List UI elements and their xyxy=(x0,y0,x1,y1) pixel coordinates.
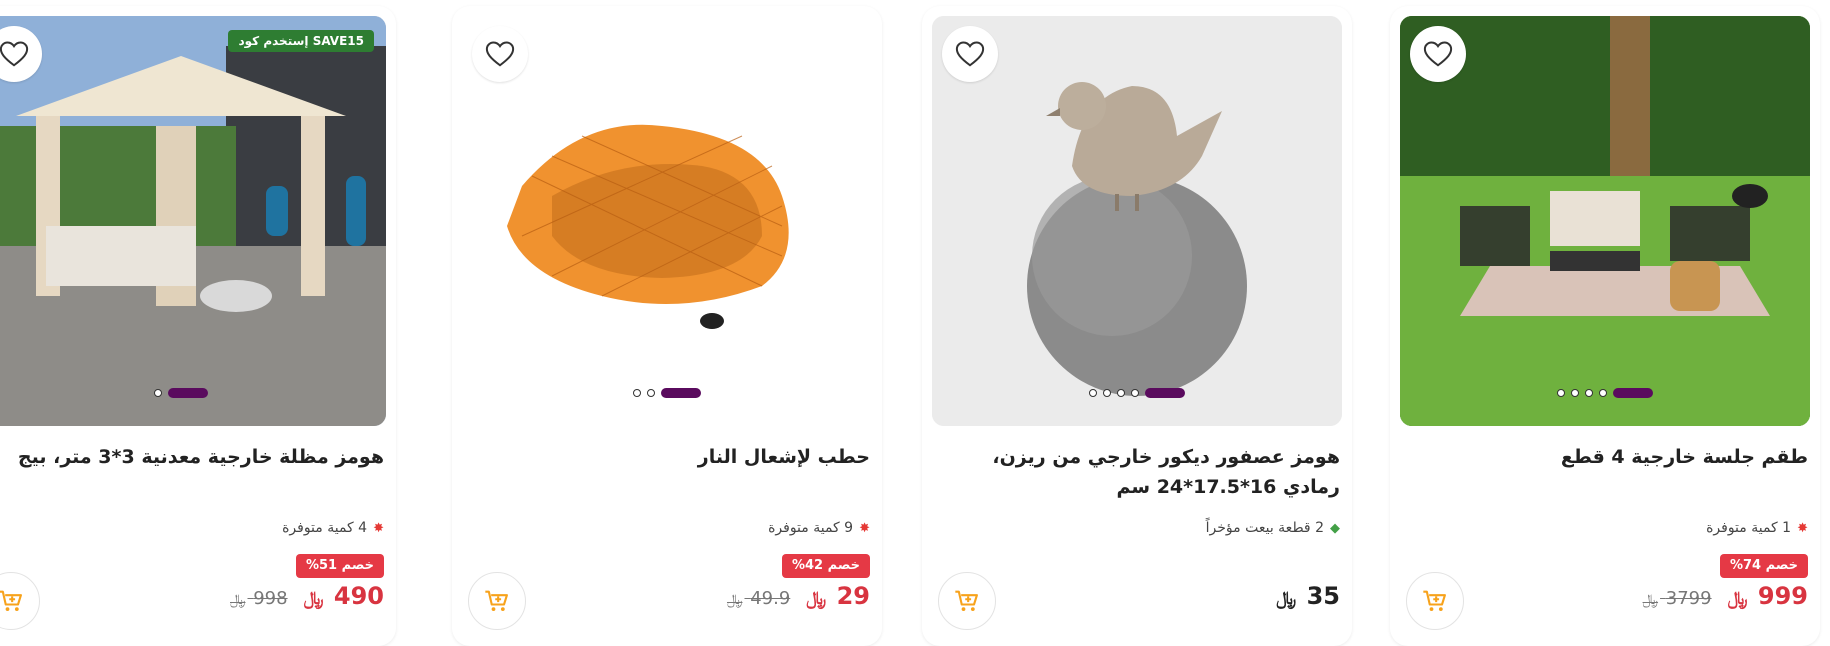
carousel-dot-active[interactable] xyxy=(168,388,208,398)
price-row: 29 ﷼ 49.9 ﷼ xyxy=(727,582,870,610)
product-title[interactable]: هومز مظلة خارجية معدنية 3*3 متر، بيج xyxy=(0,442,384,472)
carousel-dot[interactable] xyxy=(1571,389,1579,397)
image-carousel-dots[interactable] xyxy=(633,388,701,398)
carousel-dot[interactable] xyxy=(647,389,655,397)
discount-badge: خصم 42% xyxy=(781,554,870,578)
carousel-dot[interactable] xyxy=(633,389,641,397)
current-price: 29 ﷼ xyxy=(806,582,870,610)
stock-text: 2 قطعة بيعت مؤخراً xyxy=(1205,520,1324,536)
favorite-button[interactable] xyxy=(472,26,528,82)
add-to-cart-button[interactable] xyxy=(938,572,996,630)
heart-outline-icon xyxy=(955,41,985,67)
stock-info: ✸ 4 كمية متوفرة xyxy=(282,520,384,536)
discount-badge: خصم 74% xyxy=(1719,554,1808,578)
fire-icon: ✸ xyxy=(373,520,384,536)
add-to-cart-button[interactable] xyxy=(468,572,526,630)
current-price: 999 ﷼ xyxy=(1727,582,1808,610)
carousel-dot[interactable] xyxy=(1557,389,1565,397)
old-price: 998 ﷼ xyxy=(230,588,288,609)
carousel-dot[interactable] xyxy=(154,389,162,397)
carousel-dot[interactable] xyxy=(1103,389,1111,397)
discount-badge: خصم 51% xyxy=(295,554,384,578)
carousel-dot-active[interactable] xyxy=(661,388,701,398)
carousel-dot-active[interactable] xyxy=(1613,388,1653,398)
stock-text: 1 كمية متوفرة xyxy=(1706,520,1792,536)
product-image[interactable] xyxy=(932,16,1342,426)
product-image[interactable]: إستخدم كود SAVE15 xyxy=(0,16,386,426)
product-image[interactable] xyxy=(462,16,872,426)
tag-icon: ◆ xyxy=(1330,520,1340,536)
price-row: 490 ﷼ 998 ﷼ xyxy=(230,582,384,610)
favorite-button[interactable] xyxy=(1410,26,1466,82)
heart-outline-icon xyxy=(1423,41,1453,67)
add-to-cart-icon xyxy=(485,590,508,612)
carousel-dot[interactable] xyxy=(1089,389,1097,397)
carousel-dot[interactable] xyxy=(1117,389,1125,397)
stock-info: ◆ 2 قطعة بيعت مؤخراً xyxy=(1206,520,1340,536)
fire-icon: ✸ xyxy=(1797,520,1808,536)
stock-info: ✸ 9 كمية متوفرة xyxy=(768,520,870,536)
old-price: 49.9 ﷼ xyxy=(726,588,791,609)
current-price: 35 ﷼ xyxy=(1276,582,1340,610)
product-title[interactable]: حطب لإشعال النار xyxy=(470,442,870,472)
product-title[interactable]: هومز عصفور ديكور خارجي من ريزن، رمادي 16… xyxy=(940,442,1340,502)
product-card[interactable]: هومز عصفور ديكور خارجي من ريزن، رمادي 16… xyxy=(922,6,1352,646)
stock-text: 4 كمية متوفرة xyxy=(282,520,368,536)
carousel-dot-active[interactable] xyxy=(1145,388,1185,398)
product-card[interactable]: إستخدم كود SAVE15 هومز مظلة خارجية معدني… xyxy=(0,6,396,646)
add-to-cart-button[interactable] xyxy=(0,572,40,630)
price-row: 999 ﷼ 3799 ﷼ xyxy=(1643,582,1808,610)
product-image[interactable] xyxy=(1400,16,1810,426)
price-row: 35 ﷼ xyxy=(1276,582,1340,610)
product-title[interactable]: طقم جلسة خارجية 4 قطع xyxy=(1408,442,1808,472)
heart-outline-icon xyxy=(0,41,29,67)
carousel-dot[interactable] xyxy=(1599,389,1607,397)
carousel-dot[interactable] xyxy=(1131,389,1139,397)
image-carousel-dots[interactable] xyxy=(1557,388,1653,398)
add-to-cart-icon xyxy=(1423,590,1446,612)
carousel-dot[interactable] xyxy=(1585,389,1593,397)
product-card[interactable]: طقم جلسة خارجية 4 قطع ✸ 1 كمية متوفرة خص… xyxy=(1390,6,1820,646)
add-to-cart-icon xyxy=(955,590,978,612)
promo-code-badge: إستخدم كود SAVE15 xyxy=(228,30,374,52)
image-carousel-dots[interactable] xyxy=(1089,388,1185,398)
fire-icon: ✸ xyxy=(859,520,870,536)
favorite-button[interactable] xyxy=(942,26,998,82)
stock-info: ✸ 1 كمية متوفرة xyxy=(1706,520,1808,536)
image-carousel-dots[interactable] xyxy=(154,388,208,398)
old-price: 3799 ﷼ xyxy=(1642,588,1712,609)
product-card[interactable]: حطب لإشعال النار ✸ 9 كمية متوفرة خصم 42%… xyxy=(452,6,882,646)
heart-outline-icon xyxy=(485,41,515,67)
stock-text: 9 كمية متوفرة xyxy=(768,520,854,536)
add-to-cart-icon xyxy=(0,590,22,612)
current-price: 490 ﷼ xyxy=(303,582,384,610)
add-to-cart-button[interactable] xyxy=(1406,572,1464,630)
